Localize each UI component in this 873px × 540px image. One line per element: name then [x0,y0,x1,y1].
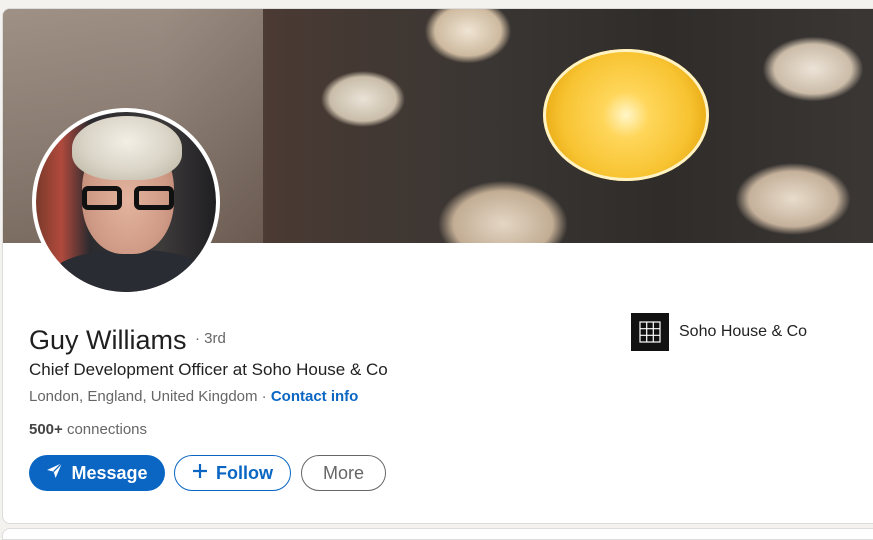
grid-logo-icon [631,313,669,351]
plus-icon [192,463,208,484]
next-card-edge [2,528,873,540]
more-button-label: More [322,462,364,483]
company-name: Soho House & Co [679,323,808,340]
follow-button[interactable]: Follow [174,455,291,491]
follow-button-label: Follow [216,462,273,483]
contact-info-link[interactable]: Contact info [271,388,359,405]
cover-lemon-shape [543,49,709,181]
connections-label: connections [66,421,148,438]
profile-location: London, England, United Kingdom · [29,388,267,405]
avatar-jacket [46,250,216,292]
profile-photo[interactable] [32,108,220,296]
connections-row: 500+ connections [29,421,147,438]
connections-count: 500+ [29,421,63,438]
message-button[interactable]: Message [29,455,165,491]
name-row: Guy Williams · 3rd [29,325,226,356]
avatar [36,112,216,292]
location-row: London, England, United Kingdom · Contac… [29,388,358,405]
profile-name: Guy Williams [29,325,187,355]
current-company[interactable]: Soho House & Co [631,313,807,351]
avatar-glasses [82,186,180,212]
more-button[interactable]: More [301,455,386,491]
paper-plane-icon [46,462,63,484]
message-button-label: Message [71,462,148,483]
profile-headline: Chief Development Officer at Soho House … [29,360,388,379]
connection-degree: · 3rd [194,330,226,347]
avatar-hair [72,116,182,180]
